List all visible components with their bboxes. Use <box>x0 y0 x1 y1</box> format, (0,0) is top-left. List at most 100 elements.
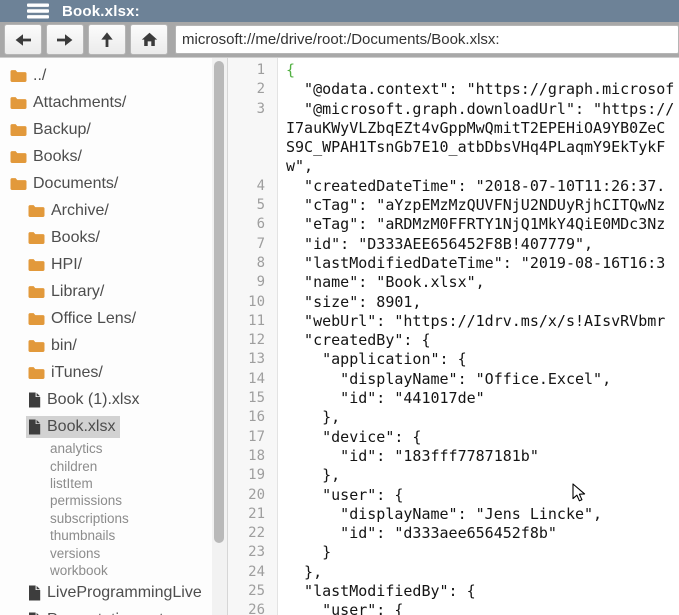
home-button[interactable] <box>130 24 168 55</box>
sidebar-item-itunes[interactable]: iTunes/ <box>0 359 212 386</box>
sidebar-subitem-versions[interactable]: versions <box>0 544 212 561</box>
code-line[interactable]: 22 "id": "d333aee656452f8b" <box>228 524 679 543</box>
sidebar-item-library[interactable]: Library/ <box>0 278 212 305</box>
line-number: 6 <box>228 215 277 234</box>
code-text: I7auKWyVLZbqEZt4vGppMwQmitT2EPEHiOA9YB0Z… <box>277 119 665 138</box>
folder-icon <box>10 150 27 164</box>
code-line[interactable]: 24 }, <box>228 563 679 582</box>
sidebar-subitem-analytics[interactable]: analytics <box>0 440 212 457</box>
code-text: "user": { <box>277 601 403 615</box>
code-line[interactable]: 25 "lastModifiedBy": { <box>228 582 679 601</box>
sidebar-item-label: listItem <box>50 476 93 491</box>
sidebar-subitem-thumbnails[interactable]: thumbnails <box>0 527 212 544</box>
code-line[interactable]: 23 } <box>228 543 679 562</box>
code-line[interactable]: S9C_WPAH1TsnGb7E10_atbDbsVHq4PLaqmY9EkTy… <box>228 138 679 157</box>
address-url-input[interactable] <box>175 25 679 54</box>
code-line[interactable]: w", <box>228 157 679 176</box>
item-box: Books/ <box>8 146 87 168</box>
code-line[interactable]: 17 "device": { <box>228 428 679 447</box>
code-line[interactable]: 6 "eTag": "aRDMzM0FFRTY1NjQ1MkY4QiE0MDc3… <box>228 215 679 234</box>
code-line[interactable]: I7auKWyVLZbqEZt4vGppMwQmitT2EPEHiOA9YB0Z… <box>228 119 679 138</box>
code-text: }, <box>277 563 322 582</box>
sidebar-item-parent-directory[interactable]: ../ <box>0 62 212 89</box>
code-text: { <box>277 61 295 80</box>
code-line[interactable]: 15 "id": "441017de" <box>228 389 679 408</box>
folder-icon <box>28 312 45 326</box>
code-line[interactable]: 21 "displayName": "Jens Lincke", <box>228 505 679 524</box>
code-line[interactable]: 10 "size": 8901, <box>228 293 679 312</box>
file-icon <box>28 585 41 601</box>
code-text: "user": { <box>277 486 403 505</box>
item-box: Backup/ <box>8 119 96 141</box>
code-line[interactable]: 18 "id": "183fff7787181b" <box>228 447 679 466</box>
code-line[interactable]: 7 "id": "D333AEE656452F8B!407779", <box>228 235 679 254</box>
code-line[interactable]: 19 }, <box>228 466 679 485</box>
item-box: iTunes/ <box>26 362 108 384</box>
code-line[interactable]: 14 "displayName": "Office.Excel", <box>228 370 679 389</box>
sidebar-subitem-workbook[interactable]: workbook <box>0 562 212 579</box>
sidebar-scrollbar-thumb[interactable] <box>214 61 224 543</box>
sidebar-item-documents[interactable]: Documents/ <box>0 170 212 197</box>
sidebar-item-books[interactable]: Books/ <box>0 143 212 170</box>
line-number: 1 <box>228 61 277 80</box>
sidebar-scrollbar[interactable] <box>212 58 227 615</box>
sidebar-item-label: Books/ <box>51 229 100 247</box>
folder-icon <box>10 69 27 83</box>
up-button[interactable] <box>88 24 126 55</box>
sidebar-subitem-listitem[interactable]: listItem <box>0 475 212 492</box>
code-line[interactable]: 9 "name": "Book.xlsx", <box>228 273 679 292</box>
hamburger-menu-icon[interactable] <box>27 3 49 19</box>
sidebar-item-label: workbook <box>50 563 108 578</box>
sidebar-item-office-lens[interactable]: Office Lens/ <box>0 305 212 332</box>
code-line[interactable]: 4 "createdDateTime": "2018-07-10T11:26:3… <box>228 177 679 196</box>
code-text: "eTag": "aRDMzM0FFRTY1NjQ1MkY4QiE0MDc3Nz <box>277 215 665 234</box>
code-line[interactable]: 16 }, <box>228 408 679 427</box>
line-number: 13 <box>228 350 277 369</box>
line-number: 11 <box>228 312 277 331</box>
sidebar-item-bin[interactable]: bin/ <box>0 332 212 359</box>
code-line[interactable]: 8 "lastModifiedDateTime": "2019-08-16T16… <box>228 254 679 273</box>
sidebar-item-book-xlsx[interactable]: Book.xlsx <box>0 413 212 440</box>
sidebar-item-book-1-xlsx[interactable]: Book (1).xlsx <box>0 386 212 413</box>
code-line[interactable]: 2 "@odata.context": "https://graph.micro… <box>228 80 679 99</box>
arrow-right-icon <box>56 32 74 48</box>
sidebar-subitem-subscriptions[interactable]: subscriptions <box>0 510 212 527</box>
line-number: 22 <box>228 524 277 543</box>
back-button[interactable] <box>4 24 42 55</box>
json-editor-pane[interactable]: 1{2 "@odata.context": "https://graph.mic… <box>227 58 679 615</box>
sidebar-item-books[interactable]: Books/ <box>0 224 212 251</box>
code-line[interactable]: 20 "user": { <box>228 486 679 505</box>
sidebar-item-backup[interactable]: Backup/ <box>0 116 212 143</box>
code-line[interactable]: 13 "application": { <box>228 350 679 369</box>
sidebar-item-label: thumbnails <box>50 528 115 543</box>
folder-icon <box>28 204 45 218</box>
sidebar-item-attachments[interactable]: Attachments/ <box>0 89 212 116</box>
line-number: 17 <box>228 428 277 447</box>
code-text: }, <box>277 408 340 427</box>
line-number: 2 <box>228 80 277 99</box>
sidebar-subitem-permissions[interactable]: permissions <box>0 492 212 509</box>
line-number: 5 <box>228 196 277 215</box>
sidebar-item-hpi[interactable]: HPI/ <box>0 251 212 278</box>
window-title: Book.xlsx: <box>62 3 140 20</box>
sidebar-item-label: Book (1).xlsx <box>47 391 139 409</box>
code-text: "device": { <box>277 428 421 447</box>
sidebar-subitem-children[interactable]: children <box>0 457 212 474</box>
code-line[interactable]: 1{ <box>228 61 679 80</box>
line-number: 16 <box>228 408 277 427</box>
sidebar-item-liveprogramminglive[interactable]: LiveProgrammingLive <box>0 579 212 606</box>
sidebar-item-label: Library/ <box>51 283 104 301</box>
code-line[interactable]: 12 "createdBy": { <box>228 331 679 350</box>
line-number: 26 <box>228 601 277 615</box>
code-line[interactable]: 11 "webUrl": "https://1drv.ms/x/s!AIsvRV… <box>228 312 679 331</box>
sidebar-item-archive[interactable]: Archive/ <box>0 197 212 224</box>
code-line[interactable]: 3 "@microsoft.graph.downloadUrl": "https… <box>228 100 679 119</box>
sidebar-item-label: Archive/ <box>51 202 109 220</box>
sidebar-item-presentation-pptx[interactable]: Presentation.pptx <box>0 606 212 615</box>
item-box: LiveProgrammingLive <box>26 582 207 604</box>
folder-icon <box>28 258 45 272</box>
code-text: "id": "d333aee656452f8b" <box>277 524 557 543</box>
code-line[interactable]: 5 "cTag": "aYzpEMzMzQUVFNjU2NDUyRjhCITQw… <box>228 196 679 215</box>
forward-button[interactable] <box>46 24 84 55</box>
code-line[interactable]: 26 "user": { <box>228 601 679 615</box>
